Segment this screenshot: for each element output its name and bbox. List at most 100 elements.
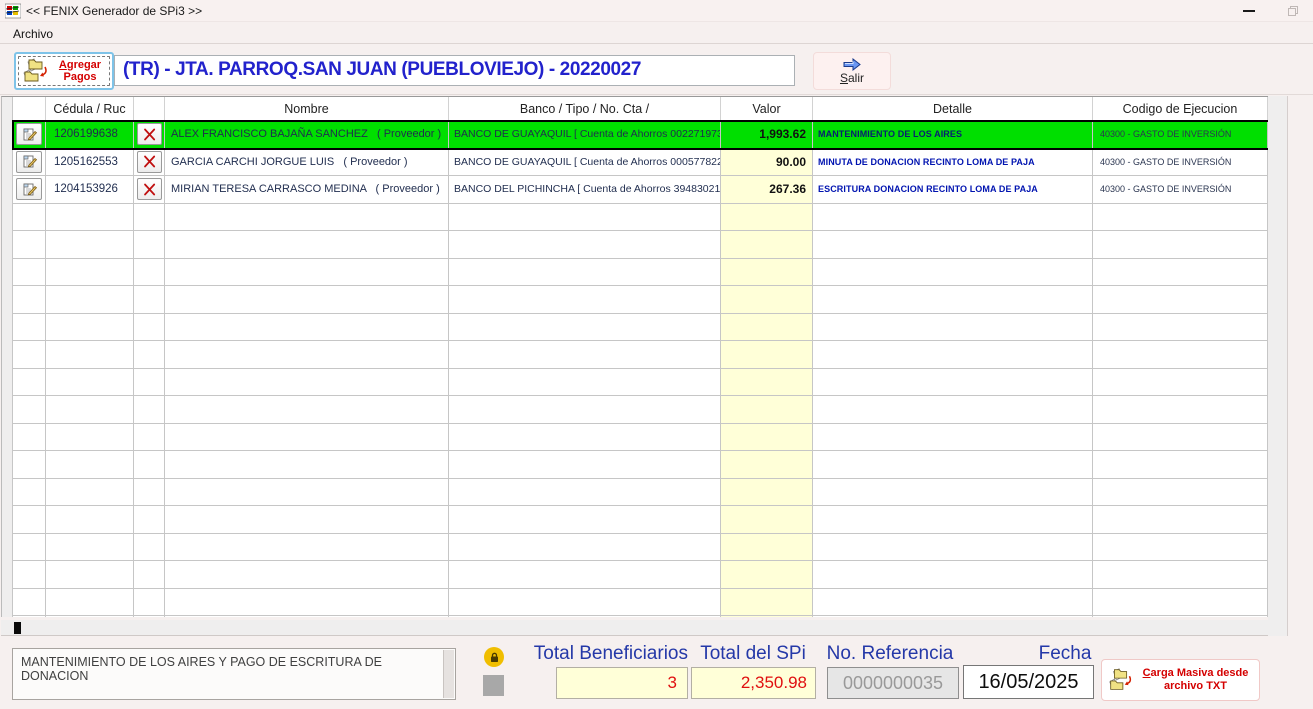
cell-banco [449,341,721,368]
header-valor: Valor [721,97,813,121]
toolbar: Agregar Pagos (TR) - JTA. PARROQ.SAN JUA… [0,44,1313,95]
restore-button[interactable] [1276,0,1310,22]
cell-cedula [46,423,134,450]
cell-nombre: ALEX FRANCISCO BAJAÑA SANCHEZ ( Proveedo… [165,121,449,148]
carga-masiva-button[interactable]: Carga Masiva desde archivo TXT [1101,659,1260,701]
cell-delete [134,176,165,203]
salir-button[interactable]: Salir [813,52,891,90]
cell-banco [449,231,721,258]
table-row[interactable] [13,396,1268,424]
table-row[interactable]: 1205162553 GARCIA CARCHI JORGUE LUIS ( P… [13,148,1268,176]
table-row[interactable] [13,231,1268,259]
cell-codigo [1093,478,1268,505]
cell-nombre [165,588,449,615]
cell-delete [134,423,165,450]
cell-delete [134,478,165,505]
cell-edit [13,616,46,617]
table-row[interactable]: 1206199638 ALEX FRANCISCO BAJAÑA SANCHEZ… [12,120,1268,150]
table-row[interactable] [13,478,1268,506]
cell-delete [134,203,165,230]
cell-banco: BANCO DE GUAYAQUIL [ Cuenta de Ahorros 0… [449,121,721,148]
agregar-pagos-button[interactable]: Agregar Pagos [14,52,114,90]
edit-row-button[interactable] [16,150,42,173]
cell-valor [721,258,813,285]
cell-banco [449,588,721,615]
title-bar: << FENIX Generador de SPi3 >> [0,0,1313,22]
detalle-general-textarea[interactable]: MANTENIMIENTO DE LOS AIRES Y PAGO DE ESC… [12,648,456,700]
edit-row-button[interactable] [16,123,42,146]
horizontal-scrollbar-thumb[interactable] [14,622,21,634]
cell-banco [449,313,721,340]
cell-valor [721,368,813,395]
table-row[interactable] [13,616,1268,617]
table-row[interactable] [13,423,1268,451]
cell-nombre [165,478,449,505]
cell-codigo [1093,203,1268,230]
delete-row-button[interactable] [136,178,162,201]
delete-row-button[interactable] [136,123,162,146]
cell-cedula [46,616,134,617]
table-row[interactable] [13,368,1268,396]
cell-detalle [813,203,1093,230]
cell-nombre [165,506,449,533]
table-row[interactable] [13,341,1268,369]
menu-archivo[interactable]: Archivo [9,26,57,42]
cell-valor [721,313,813,340]
table-body: 1206199638 ALEX FRANCISCO BAJAÑA SANCHEZ… [12,120,1268,617]
horizontal-scrollbar[interactable] [1,620,1268,636]
cell-cedula [46,368,134,395]
cell-nombre [165,451,449,478]
cell-delete [134,121,165,148]
table-row[interactable] [13,533,1268,561]
cell-delete [134,396,165,423]
cell-edit [13,258,46,285]
table-row[interactable] [13,258,1268,286]
cell-nombre [165,533,449,560]
cell-detalle [813,423,1093,450]
cell-banco [449,451,721,478]
cell-valor [721,341,813,368]
cell-detalle [813,341,1093,368]
cell-edit [13,478,46,505]
cell-banco [449,423,721,450]
folders-with-arrow-icon [1109,668,1132,690]
table-row[interactable] [13,286,1268,314]
table-row[interactable] [13,451,1268,479]
delete-row-button[interactable] [136,150,162,173]
table-row[interactable] [13,506,1268,534]
table-row[interactable] [13,203,1268,231]
table-row[interactable] [13,313,1268,341]
minimize-button[interactable] [1232,0,1266,22]
no-referencia-value: 0000000035 [827,667,959,699]
cell-banco [449,258,721,285]
cell-valor [721,506,813,533]
fecha-field[interactable]: 16/05/2025 [963,665,1094,699]
minimize-icon [1243,10,1255,12]
edit-row-button[interactable] [16,178,42,201]
table-row[interactable] [13,588,1268,616]
vertical-scrollbar[interactable] [1268,96,1288,636]
header-detalle: Detalle [813,97,1093,121]
cell-delete [134,506,165,533]
cell-valor [721,616,813,617]
cell-nombre [165,231,449,258]
cell-codigo [1093,451,1268,478]
cell-nombre [165,203,449,230]
cell-delete [134,451,165,478]
cell-banco: BANCO DE GUAYAQUIL [ Cuenta de Ahorros 0… [449,148,721,175]
textarea-scrollbar[interactable] [443,650,454,698]
cell-cedula [46,313,134,340]
cell-banco [449,286,721,313]
cell-delete [134,588,165,615]
cell-edit [13,423,46,450]
table-row[interactable]: 1204153926 MIRIAN TERESA CARRASCO MEDINA… [13,176,1268,204]
cell-codigo [1093,506,1268,533]
cell-valor [721,396,813,423]
cell-codigo [1093,588,1268,615]
cell-detalle: MINUTA DE DONACION RECINTO LOMA DE PAJA [813,148,1093,175]
cell-detalle [813,451,1093,478]
cell-delete [134,286,165,313]
batch-title-field[interactable]: (TR) - JTA. PARROQ.SAN JUAN (PUEBLOVIEJO… [114,55,795,86]
cell-cedula: 1205162553 [46,148,134,175]
table-row[interactable] [13,561,1268,589]
